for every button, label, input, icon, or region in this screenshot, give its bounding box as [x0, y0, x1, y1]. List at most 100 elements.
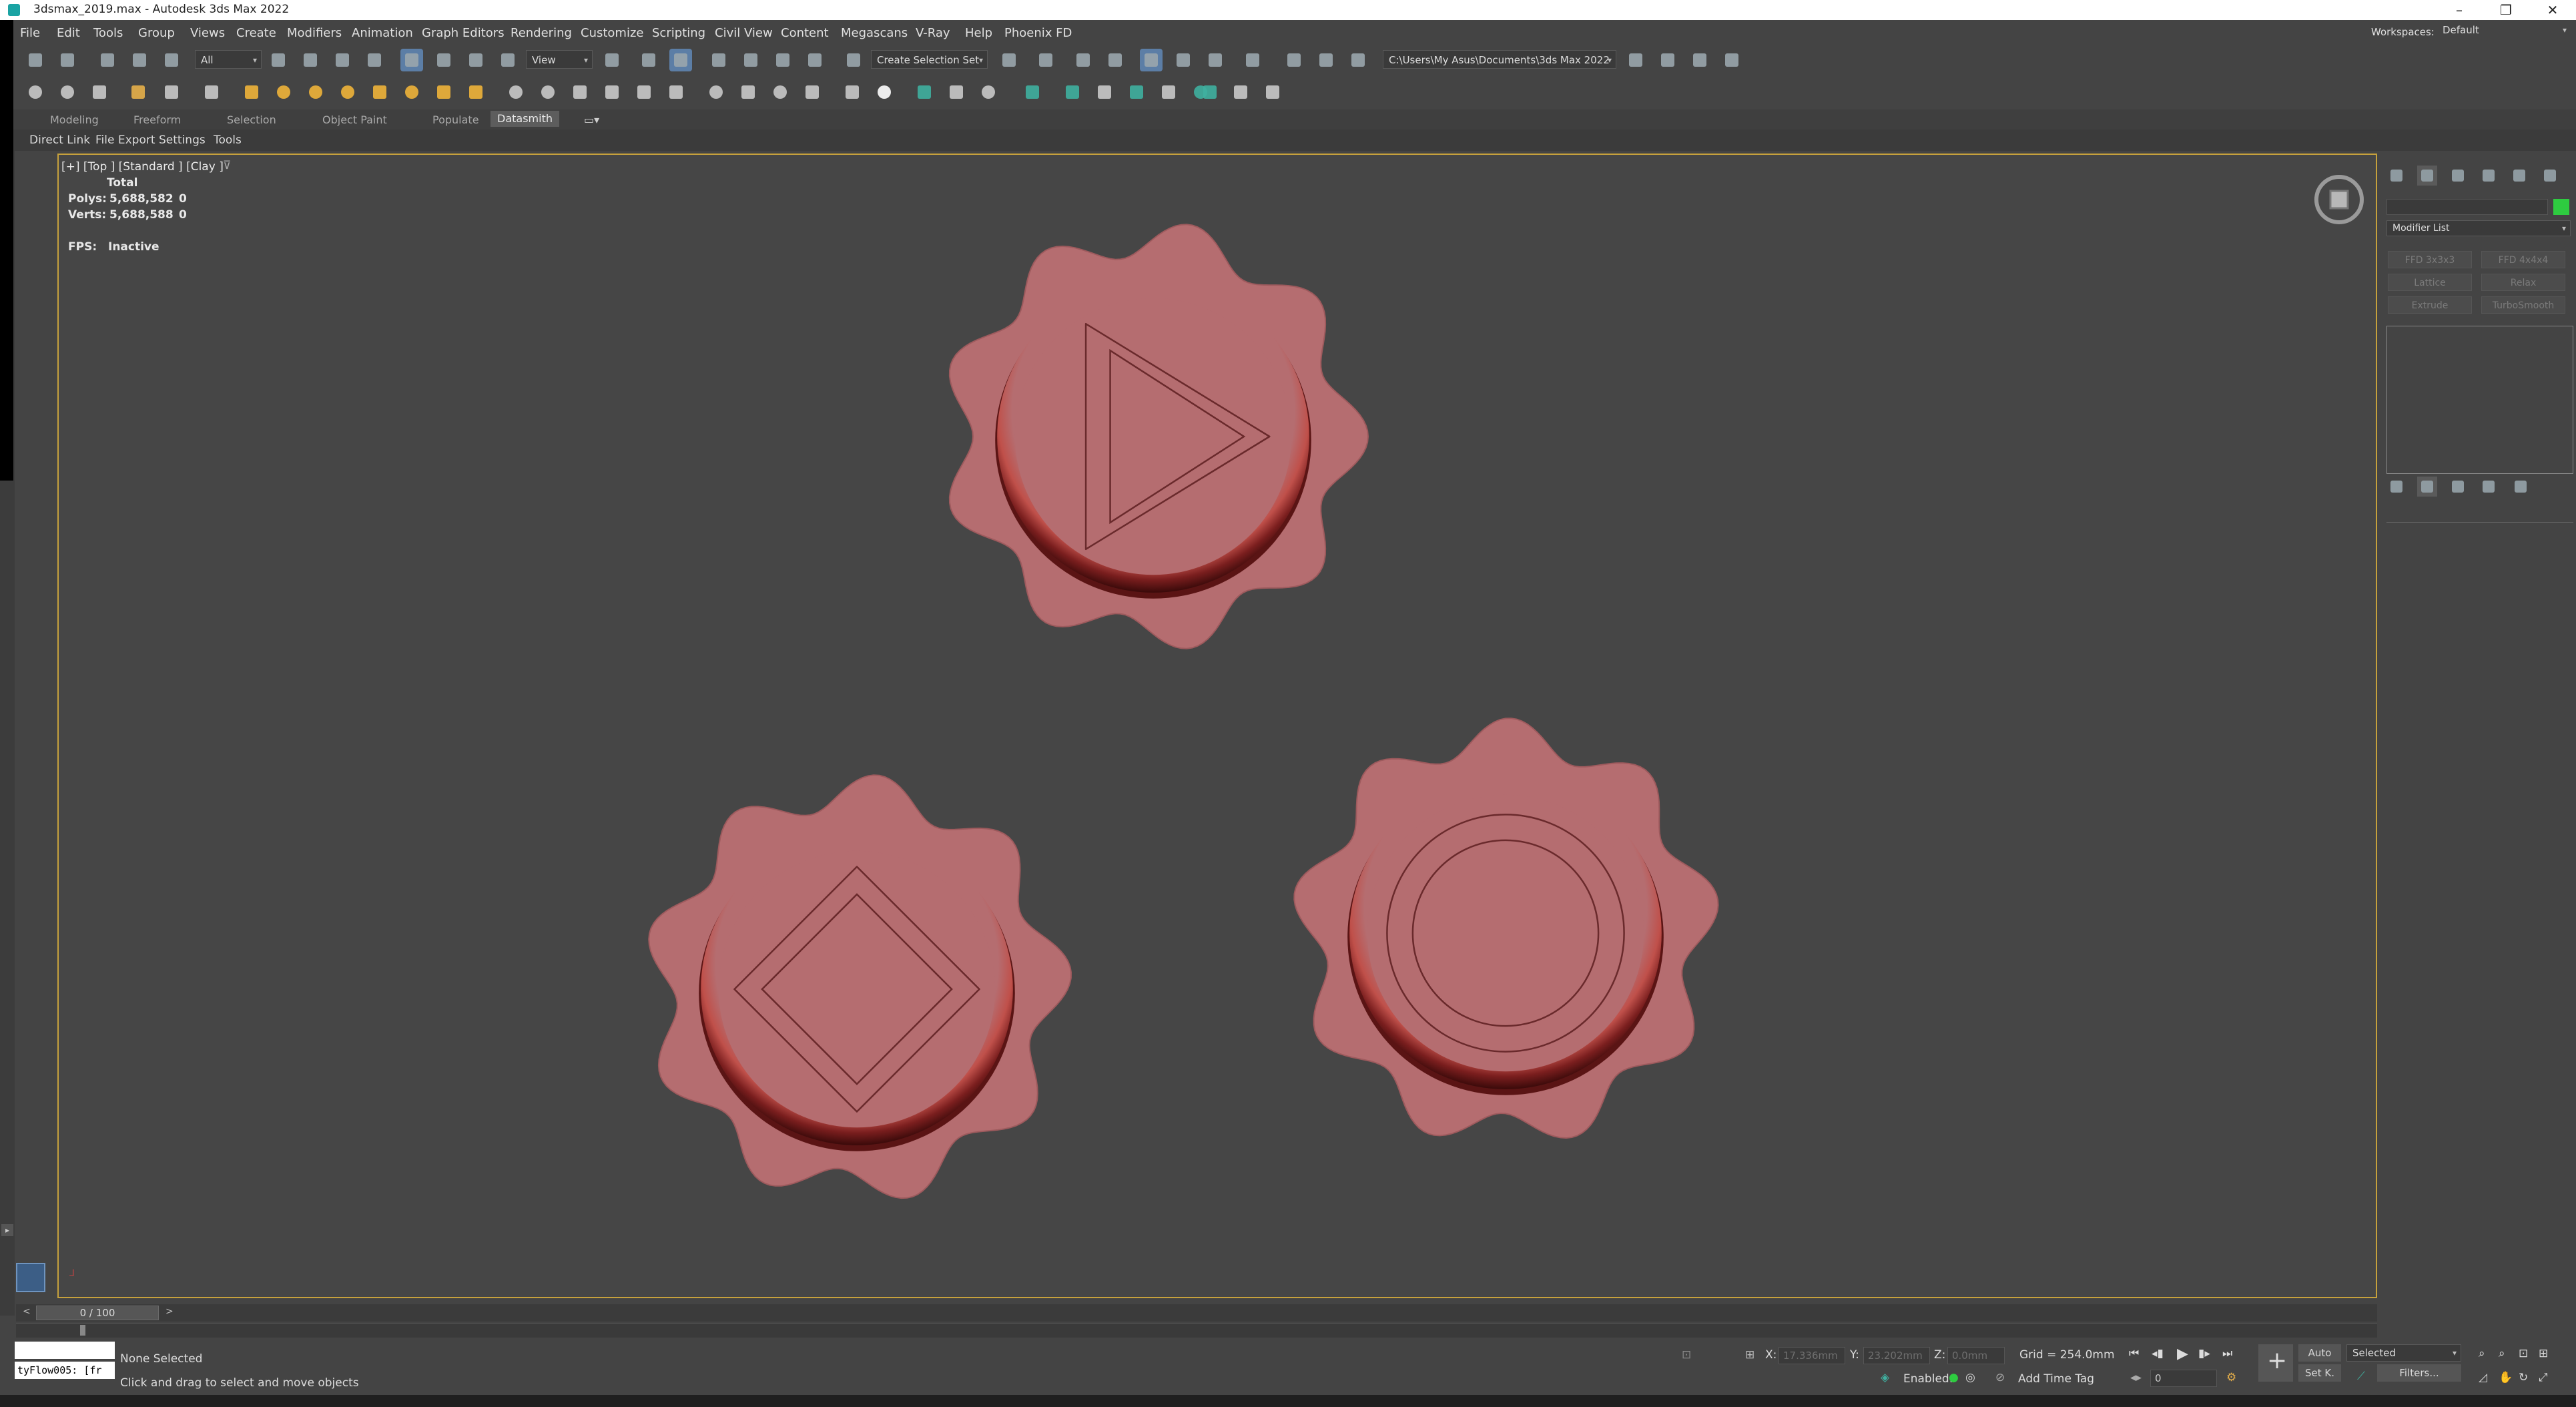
track-bar[interactable] [16, 1323, 2377, 1338]
x-coordinate-field[interactable]: 17.336mm [1779, 1347, 1845, 1364]
make-unique-icon[interactable] [2448, 477, 2468, 497]
teapot-icon[interactable] [24, 81, 47, 103]
time-next-arrow[interactable]: > [166, 1306, 174, 1317]
zoom-icon[interactable]: ⌕ [2479, 1347, 2485, 1360]
time-configuration-icon[interactable]: ⚙ [2226, 1371, 2236, 1384]
ffd-4x4x4-button[interactable]: FFD 4x4x4 [2481, 251, 2565, 268]
pivot-center-icon[interactable] [601, 49, 623, 71]
toggle-layer-explorer-icon[interactable] [1104, 49, 1126, 71]
phoenix-import-icon[interactable] [1261, 81, 1284, 103]
menu-animation[interactable]: Animation [352, 26, 413, 40]
curve-editor-icon[interactable] [1172, 49, 1195, 71]
object-name-field[interactable] [2386, 199, 2548, 215]
phoenix-export-icon[interactable] [1229, 81, 1252, 103]
subtab-settings[interactable]: Settings [159, 133, 206, 147]
menu-create[interactable]: Create [236, 26, 276, 40]
render-production-icon[interactable] [1347, 49, 1369, 71]
phoenix-force-icon[interactable] [1199, 81, 1221, 103]
pan-icon[interactable]: ✋ [2499, 1371, 2513, 1384]
vray-camera-icon[interactable] [601, 81, 623, 103]
schematic-view-icon[interactable] [1204, 49, 1227, 71]
vray-sun-icon[interactable] [400, 81, 423, 103]
remove-modifier-icon[interactable] [2479, 477, 2499, 497]
key-mode-icon[interactable]: ◂▸ [2130, 1371, 2142, 1384]
menu-help[interactable]: Help [965, 26, 992, 40]
menu-customize[interactable]: Customize [581, 26, 643, 40]
unlink-icon[interactable] [128, 49, 151, 71]
viewport-layout-tab[interactable] [16, 1263, 45, 1292]
select-object-icon[interactable] [267, 49, 290, 71]
vray-ambient-light-icon[interactable] [368, 81, 391, 103]
zoom-all-icon[interactable]: ⌕ [2499, 1347, 2505, 1360]
phoenix-shirt-icon[interactable] [1093, 81, 1116, 103]
link-icon[interactable] [96, 49, 119, 71]
vray-fur-icon[interactable] [537, 81, 559, 103]
ffd-3x3x3-button[interactable]: FFD 3x3x3 [2388, 251, 2472, 268]
workspaces-dropdown[interactable]: Default ▾ [2437, 23, 2571, 39]
menu-scripting[interactable]: Scripting [652, 26, 705, 40]
time-prev-arrow[interactable]: < [23, 1306, 31, 1317]
select-by-name-icon[interactable] [299, 49, 322, 71]
close-button[interactable]: ✕ [2529, 0, 2576, 20]
menu-modifiers[interactable]: Modifiers [287, 26, 342, 40]
menu-group[interactable]: Group [138, 26, 175, 40]
material-editor-icon[interactable] [1241, 49, 1264, 71]
frame-counter[interactable]: 0 / 100 [36, 1306, 159, 1320]
z-coordinate-field[interactable]: 0.0mm [1947, 1347, 2005, 1364]
orbit-icon[interactable]: ↻ [2519, 1371, 2528, 1384]
subtab-file-export[interactable]: File Export [95, 133, 155, 147]
render-icon[interactable] [56, 81, 79, 103]
reference-coordinate-dropdown[interactable]: View ▾ [526, 50, 593, 69]
menu-graph-editors[interactable]: Graph Editors [422, 26, 505, 40]
vray-clipper-icon[interactable] [665, 81, 687, 103]
undo-icon[interactable] [24, 49, 47, 71]
menu-tools[interactable]: Tools [93, 26, 123, 40]
ribbon-tab-populate[interactable]: Populate [432, 113, 479, 126]
project-path-dropdown[interactable]: C:\Users\My Asus\Documents\3ds Max 2022 ▾ [1383, 50, 1616, 69]
spinner-snap-icon[interactable] [803, 49, 826, 71]
create-tab-icon[interactable] [2386, 166, 2406, 186]
menu-megascans[interactable]: Megascans [841, 26, 908, 40]
key-filter-dropdown[interactable]: Selected ▾ [2346, 1344, 2461, 1362]
light-bulb-icon[interactable] [127, 81, 149, 103]
relax-button[interactable]: Relax [2481, 274, 2565, 291]
motion-tab-icon[interactable] [2479, 166, 2499, 186]
menu-file[interactable]: File [20, 26, 40, 40]
time-marker[interactable] [80, 1325, 85, 1336]
zoom-extents-icon[interactable]: ⊡ [2519, 1347, 2528, 1360]
display-tab-icon[interactable] [2509, 166, 2529, 186]
select-and-scale-icon[interactable] [464, 49, 487, 71]
bind-spacewarp-icon[interactable] [160, 49, 183, 71]
maxscript-mini-listener[interactable] [15, 1342, 115, 1359]
modifier-list-dropdown[interactable]: Modifier List ▾ [2386, 220, 2571, 236]
adaptive-degradation-icon[interactable]: ◈ [1881, 1371, 1889, 1384]
vray-sphere-light-icon[interactable] [304, 81, 327, 103]
phoenix-tools-icon[interactable] [1157, 81, 1180, 103]
vray-proxy-icon[interactable] [505, 81, 527, 103]
rectangular-selection-icon[interactable] [331, 49, 354, 71]
ribbon-tab-freeform[interactable]: Freeform [133, 113, 181, 126]
current-frame-field[interactable]: 0 [2150, 1370, 2217, 1387]
ribbon-tab-modeling[interactable]: Modeling [50, 113, 99, 126]
select-manipulate-icon[interactable] [637, 49, 660, 71]
rendered-frame-window-icon[interactable] [1315, 49, 1337, 71]
phoenix-grid-icon[interactable] [1021, 81, 1044, 103]
redo-icon[interactable] [56, 49, 79, 71]
pin-stack-icon[interactable] [2386, 477, 2406, 497]
help-icon[interactable] [977, 81, 1000, 103]
angle-snap-icon[interactable] [739, 49, 762, 71]
toggle-ribbon-icon[interactable] [1140, 49, 1163, 71]
menu-rendering[interactable]: Rendering [511, 26, 572, 40]
zoom-extents-all-icon[interactable]: ⊞ [2539, 1347, 2548, 1360]
maxscript-listener[interactable]: tyFlow005: [fr [15, 1362, 115, 1379]
select-and-move-icon[interactable] [400, 49, 423, 71]
snaps-toggle-icon[interactable] [707, 49, 730, 71]
window-crossing-icon[interactable] [363, 49, 386, 71]
render-elements-icon[interactable] [200, 81, 223, 103]
modify-tab-icon[interactable] [2417, 166, 2437, 186]
menu-phoenix-fd[interactable]: Phoenix FD [1004, 26, 1072, 40]
ribbon-tab-datasmith[interactable]: Datasmith [491, 111, 559, 127]
goto-start-icon[interactable]: ⏮ [2129, 1347, 2139, 1360]
keyboard-shortcut-override-icon[interactable] [669, 49, 692, 71]
turbosmooth-button[interactable]: TurboSmooth [2481, 296, 2565, 314]
